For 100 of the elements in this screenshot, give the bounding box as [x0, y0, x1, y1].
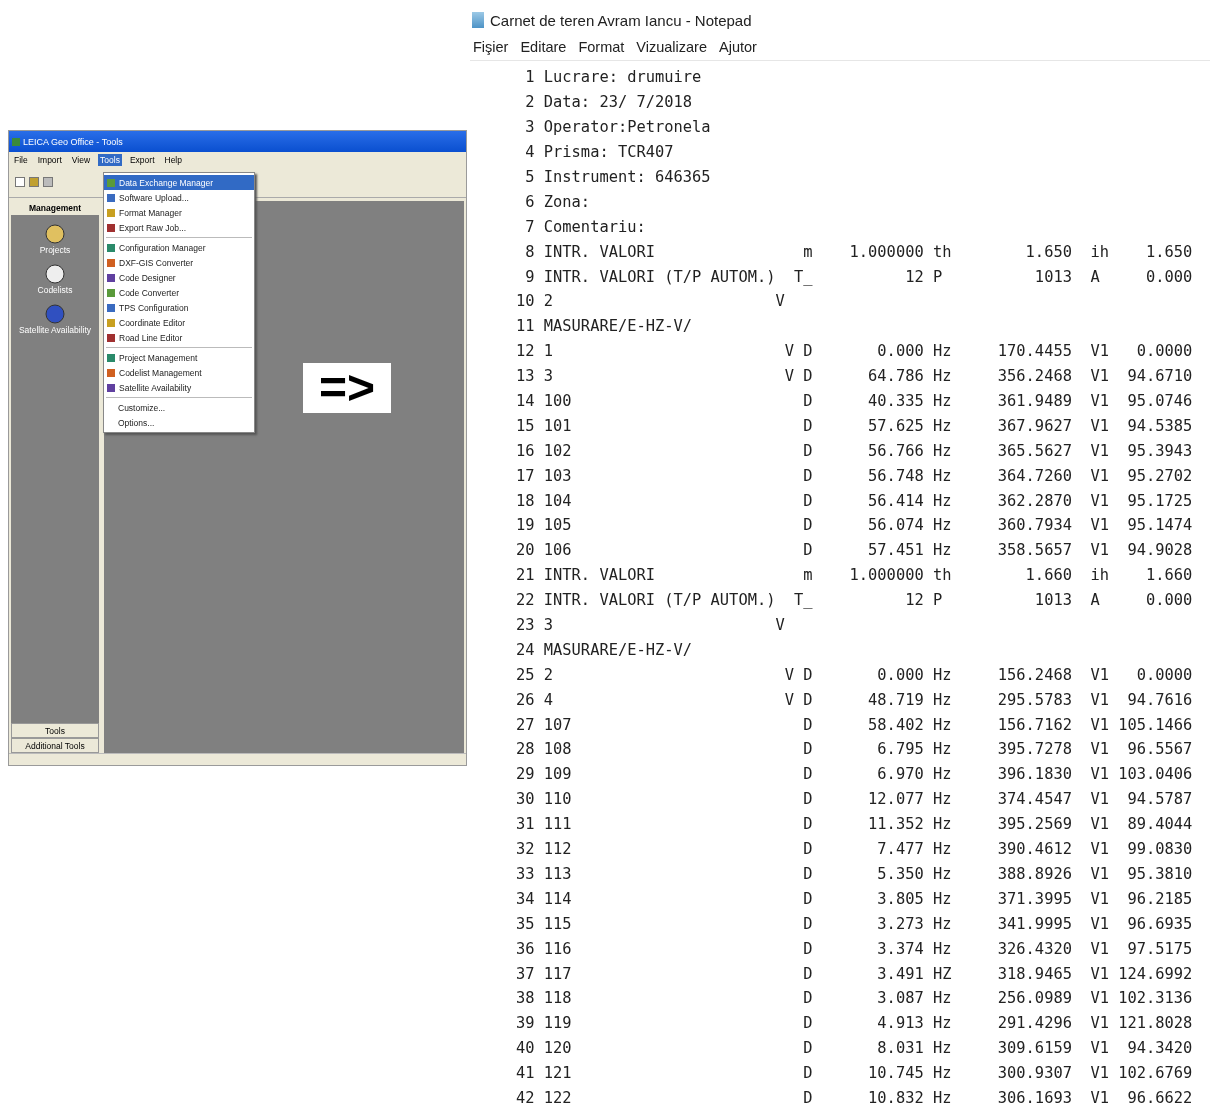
sidebar-label[interactable]: Projects: [39, 245, 71, 255]
value-text: 367.9627: [997, 416, 1072, 435]
line-number: 37: [516, 964, 535, 983]
value-text: 89.4044: [1127, 815, 1193, 834]
menu-item[interactable]: Format: [578, 39, 625, 55]
menu-option[interactable]: Configuration Manager: [104, 240, 254, 255]
line-number: 13: [516, 367, 535, 386]
point-name: 108: [543, 740, 572, 759]
value-text: 56.414: [868, 491, 924, 510]
unit-text: Hz: [932, 864, 952, 883]
text-line: MASURARE/E-HZ-V/: [543, 317, 693, 336]
menu-item[interactable]: Fişier: [473, 39, 509, 55]
menu-option[interactable]: Satellite Availability: [104, 380, 254, 395]
value-text: 96.2185: [1127, 889, 1193, 908]
menu-option[interactable]: Project Management: [104, 350, 254, 365]
value-text: 1013: [1034, 267, 1072, 286]
unit-text: V1: [1090, 690, 1109, 709]
line-number: 3: [524, 118, 535, 137]
unit-text: Hz: [932, 939, 952, 958]
menu-item[interactable]: Help: [162, 153, 184, 166]
menu-option[interactable]: Format Manager: [104, 205, 254, 220]
unit-text: V1: [1090, 715, 1109, 734]
menu-option[interactable]: Coordinate Editor: [104, 315, 254, 330]
value-text: 326.4320: [997, 939, 1072, 958]
menu-option[interactable]: TPS Configuration: [104, 300, 254, 315]
point-name: INTR. VALORI (T/P AUTOM.): [543, 591, 776, 610]
menu-item[interactable]: Tools: [98, 153, 122, 166]
flag-text: D: [803, 466, 813, 485]
flag-text: D: [803, 491, 813, 510]
unit-text: V1: [1090, 342, 1109, 361]
sidebar-button[interactable]: Additional Tools: [11, 738, 99, 753]
value-text: 6.970: [877, 765, 924, 784]
menu-option[interactable]: Customize...: [104, 400, 254, 415]
value-text: 4.913: [877, 1014, 924, 1033]
menu-item[interactable]: File: [12, 153, 30, 166]
point-name: 121: [543, 1064, 572, 1083]
value-text: 11.352: [868, 815, 924, 834]
text-line: Operator:Petronela: [543, 118, 711, 137]
point-name: 113: [543, 864, 572, 883]
unit-text: Hz: [932, 541, 952, 560]
sidebar-label[interactable]: Codelists: [37, 285, 73, 295]
square-icon: [107, 223, 115, 232]
sidebar-label[interactable]: Satellite Availability: [18, 325, 92, 335]
value-text: 361.9489: [997, 392, 1072, 410]
point-name: 105: [543, 516, 572, 535]
line-number: 38: [516, 989, 535, 1008]
menu-item[interactable]: Export: [127, 153, 157, 166]
menu-option[interactable]: Code Converter: [104, 285, 254, 300]
menu-option[interactable]: DXF-GIS Converter: [104, 255, 254, 270]
window-title: Carnet de teren Avram Iancu - Notepad: [490, 11, 752, 29]
unit-text: V1: [1090, 914, 1109, 933]
line-number: 18: [516, 491, 535, 510]
value-text: 56.748: [868, 466, 924, 485]
menu-option[interactable]: Code Designer: [104, 270, 254, 285]
point-name: 118: [543, 989, 572, 1008]
line-number: 35: [516, 914, 535, 933]
flag-text: D: [803, 516, 813, 535]
point-name: 120: [543, 1039, 572, 1058]
menu-option[interactable]: Data Exchange Manager: [104, 175, 254, 190]
point-name: 2: [543, 665, 554, 684]
line-number: 7: [524, 217, 535, 236]
flag-text: D: [803, 939, 813, 958]
line-number: 4: [524, 143, 535, 162]
menu-item[interactable]: View: [69, 153, 93, 166]
sidebar-button[interactable]: Tools: [11, 723, 99, 738]
menu-option[interactable]: Road Line Editor: [104, 330, 254, 345]
value-text: 3.805: [877, 889, 924, 908]
line-number: 9: [524, 267, 535, 286]
unit-text: V1: [1090, 416, 1109, 435]
menu-item[interactable]: Editare: [520, 39, 567, 55]
menu-option[interactable]: Options...: [104, 415, 254, 430]
notepad-icon: [472, 12, 484, 28]
menu-option[interactable]: Software Upload...: [104, 190, 254, 205]
circle-icon[interactable]: [45, 223, 65, 245]
line-number: 40: [516, 1039, 535, 1058]
value-text: 99.0830: [1127, 840, 1193, 859]
value-text: 95.2702: [1127, 466, 1193, 485]
menu-item[interactable]: Vizualizare: [636, 39, 707, 55]
unit-text: Hz: [932, 491, 952, 510]
window-title: LEICA Geo Office - Tools: [23, 136, 123, 147]
unit-text: V1: [1090, 964, 1109, 983]
line-number: 15: [516, 416, 535, 435]
unit-text: Hz: [932, 665, 952, 684]
line-number: 2: [524, 93, 535, 112]
square-icon: [107, 193, 115, 202]
menu-option[interactable]: Codelist Management: [104, 365, 254, 380]
menu-item[interactable]: Ajutor: [719, 39, 757, 55]
value-text: 56.766: [868, 441, 924, 460]
value-text: 1.000000: [849, 566, 924, 585]
circle-icon[interactable]: [45, 263, 65, 285]
point-name: 110: [543, 790, 572, 809]
unit-text: Hz: [932, 1039, 952, 1058]
line-number: 1: [524, 68, 535, 87]
menu-item[interactable]: Import: [35, 153, 64, 166]
sidebar-header: Management: [11, 201, 99, 215]
unit-text: V1: [1090, 840, 1109, 859]
value-text: 10.745: [868, 1064, 924, 1083]
line-number: 23: [516, 616, 535, 635]
menu-option[interactable]: Export Raw Job...: [104, 220, 254, 235]
line-number: 8: [524, 242, 535, 261]
